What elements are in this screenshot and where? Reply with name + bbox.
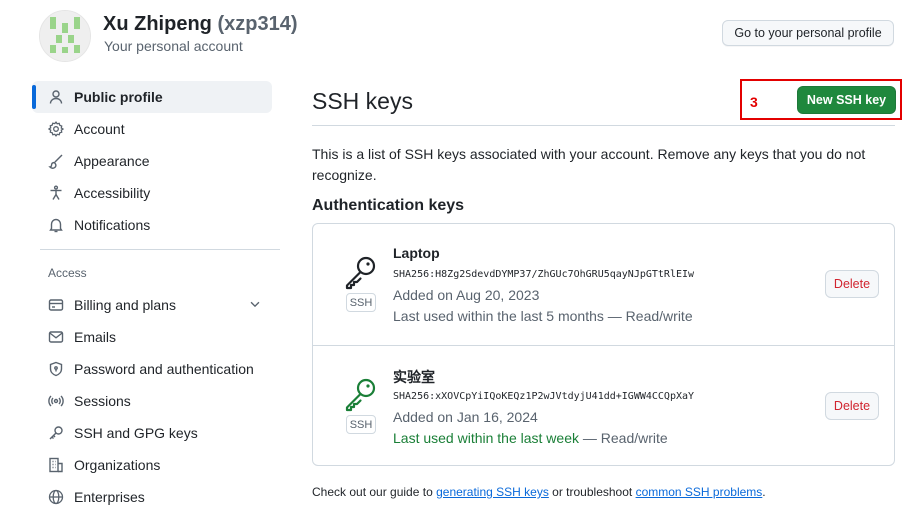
sidebar-item-emails[interactable]: Emails [32,321,272,353]
footer-suffix: . [762,485,766,499]
accessibility-icon [47,184,65,202]
account-subtitle: Your personal account [104,38,243,54]
sidebar-item-appearance[interactable]: Appearance [32,145,272,177]
delete-key-button[interactable]: Delete [825,270,879,298]
key-fingerprint: SHA256:H8Zg2SdevdDYMP37/ZhGUc7OhGRU5qayN… [393,269,695,280]
chevron-down-icon[interactable] [248,297,262,314]
sidebar-item-account[interactable]: Account [32,113,272,145]
access-level: — Read/write [607,308,693,324]
sidebar-item-label: Billing and plans [74,297,176,313]
section-title: Authentication keys [312,197,465,214]
bell-icon [47,216,65,234]
sidebar-divider [40,249,280,250]
key-icon [343,254,379,290]
sidebar-item-label: Notifications [74,217,151,233]
sidebar-item-label: Sessions [74,393,131,409]
gear-icon [47,120,65,138]
sidebar-item-ssh-gpg-keys[interactable]: SSH and GPG keys [32,417,272,449]
credit-card-icon [47,296,65,314]
go-to-profile-button[interactable]: Go to your personal profile [722,20,894,46]
paintbrush-icon [47,152,65,170]
user-handle: (xzp314) [217,13,298,35]
avatar[interactable] [39,10,91,62]
title-divider [312,125,895,126]
key-added-date: Added on Aug 20, 2023 [393,287,540,303]
sidebar-item-label: Appearance [74,153,150,169]
key-added-date: Added on Jan 16, 2024 [393,409,538,425]
sidebar-item-label: Enterprises [74,489,145,505]
help-footer: Check out our guide to generating SSH ke… [312,485,766,499]
footer-middle: or troubleshoot [552,485,633,499]
new-ssh-key-button[interactable]: New SSH key [797,86,896,114]
globe-icon [47,488,65,506]
key-last-used: Last used within the last week — Read/wr… [393,430,668,446]
shield-lock-icon [47,360,65,378]
ssh-badge: SSH [346,293,376,312]
page-title: SSH keys [312,88,413,114]
key-icon [47,424,65,442]
annotation-number: 3 [750,94,758,110]
sidebar-item-label: Emails [74,329,117,345]
key-last-used: Last used within the last 5 months — Rea… [393,308,693,324]
sidebar-item-label: Accessibility [74,185,151,201]
sidebar-item-notifications[interactable]: Notifications [32,209,272,241]
sidebar-item-enterprises[interactable]: Enterprises [32,481,272,513]
footer-prefix: Check out our guide to [312,485,433,499]
sidebar-item-organizations[interactable]: Organizations [32,449,272,481]
sidebar-item-billing[interactable]: Billing and plans [32,289,272,321]
user-full-name: Xu Zhipeng [103,13,212,35]
sidebar-item-label: Public profile [74,89,163,105]
account-name: Xu Zhipeng (xzp314) [103,13,297,36]
sidebar-item-label: Account [74,121,125,137]
key-icon [343,376,379,412]
person-icon [47,88,65,106]
ssh-badge: SSH [346,415,376,434]
sidebar-item-label: SSH and GPG keys [74,425,198,441]
mail-icon [47,328,65,346]
sidebar-item-public-profile[interactable]: Public profile [32,81,272,113]
sidebar-item-label: Password and authentication [74,361,254,377]
key-name: Laptop [393,245,440,261]
key-name: 实验室 [393,369,435,385]
delete-key-button[interactable]: Delete [825,392,879,420]
key-divider [313,345,894,346]
access-level: — Read/write [582,430,668,446]
sidebar-item-password-auth[interactable]: Password and authentication [32,353,272,385]
generating-ssh-keys-link[interactable]: generating SSH keys [436,485,549,499]
last-used-text: Last used within the last 5 months [393,308,604,324]
intro-text: This is a list of SSH keys associated wi… [312,146,866,183]
common-ssh-problems-link[interactable]: common SSH problems [636,485,763,499]
key-fingerprint: SHA256:xXOVCpYiIQoKEQz1P2wJVtdyjU41dd+IG… [393,391,695,402]
last-used-text: Last used within the last week [393,430,579,446]
sidebar-item-accessibility[interactable]: Accessibility [32,177,272,209]
broadcast-icon [47,392,65,410]
sidebar-item-label: Organizations [74,457,161,473]
organization-icon [47,456,65,474]
sidebar-item-sessions[interactable]: Sessions [32,385,272,417]
sidebar-section-heading: Access [48,266,87,280]
